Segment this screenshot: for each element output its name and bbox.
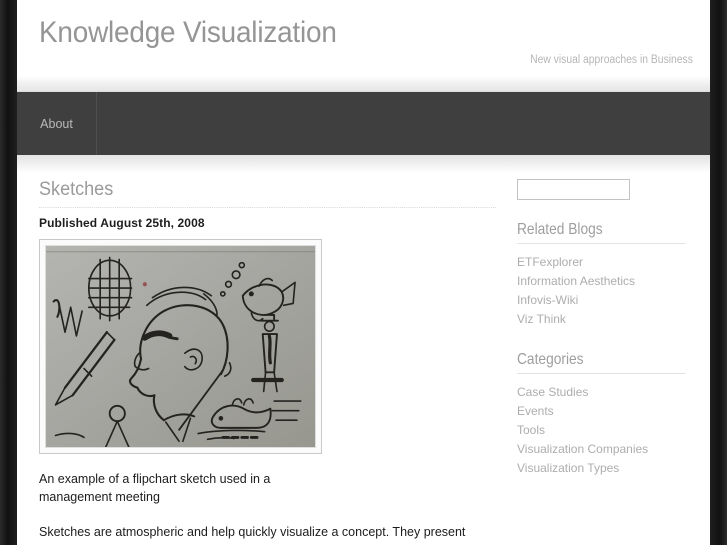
sketch-illustration [46,246,315,447]
page-title: Sketches [39,179,496,208]
search-input[interactable] [517,179,630,200]
flipchart-sketch-image [45,245,316,448]
image-caption: An example of a flipchart sketch used in… [39,472,271,504]
content-area: Sketches Published August 25th, 2008 An … [17,173,710,545]
page-gutter-right [710,0,727,545]
site-container: Knowledge Visualization New visual appro… [17,0,710,545]
related-blogs-list: ETFexplorer Information Aesthetics Infov… [517,253,677,329]
list-item[interactable]: Information Aesthetics [517,272,677,291]
nav-item-label: About [40,116,73,131]
site-tagline: New visual approaches in Business [530,54,693,66]
main-column: Sketches Published August 25th, 2008 An … [39,173,499,545]
main-navigation: About [17,92,710,155]
sidebar-section-categories: Categories Case Studies Events Tools Vis… [517,351,686,478]
nav-item-about[interactable]: About [17,92,97,155]
nav-divider-gradient [17,155,710,173]
sidebar-section-related-blogs: Related Blogs ETFexplorer Information Ae… [517,221,686,329]
post-publish-date: Published August 25th, 2008 [39,216,205,230]
sidebar: Related Blogs ETFexplorer Information Ae… [499,173,686,545]
categories-list: Case Studies Events Tools Visualization … [517,383,677,478]
sidebar-heading-related-blogs: Related Blogs [517,221,686,244]
list-item[interactable]: Case Studies [517,383,677,402]
list-item[interactable]: Tools [517,421,677,440]
site-title[interactable]: Knowledge Visualization [39,16,337,50]
nav-empty-area [97,92,710,155]
site-header: Knowledge Visualization New visual appro… [17,0,710,76]
list-item[interactable]: Viz Think [517,310,677,329]
header-divider-gradient [17,76,710,92]
list-item[interactable]: Infovis-Wiki [517,291,677,310]
list-item[interactable]: ETFexplorer [517,253,677,272]
sidebar-heading-categories: Categories [517,351,686,374]
list-item[interactable]: Visualization Companies [517,440,677,459]
post-body: Sketches are atmospheric and help quickl… [39,525,466,539]
post-image-frame[interactable] [39,239,322,454]
page-gutter-left [0,0,17,545]
browser-page: Knowledge Visualization New visual appro… [0,0,727,545]
list-item[interactable]: Visualization Types [517,459,677,478]
list-item[interactable]: Events [517,402,677,421]
